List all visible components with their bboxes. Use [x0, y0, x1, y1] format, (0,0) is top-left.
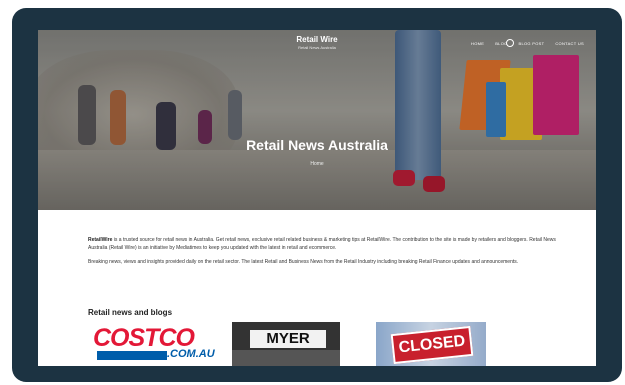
cursor-circle-icon [506, 39, 514, 47]
breadcrumb-home[interactable]: Home [38, 161, 596, 167]
closed-sign: CLOSED [390, 325, 474, 365]
nav-blog-post-link[interactable]: BLOG POST [519, 41, 545, 46]
costco-logo-domain: .COM.AU [167, 348, 215, 360]
breaking-news-paragraph: Breaking news, views and insights provid… [88, 259, 519, 265]
myer-sign: MYER [250, 330, 326, 348]
intro-text: is a trusted source for retail news in A… [88, 237, 556, 251]
top-navigation-bar: Retail Wire Retail News Australia HOME B… [38, 30, 596, 60]
main-nav: HOME BLOG BLOG POST CONTACT US [471, 41, 584, 46]
intro-brand: RetailWire [88, 237, 113, 243]
browser-viewport: Retail Wire Retail News Australia HOME B… [38, 30, 596, 366]
costco-logo-bar [97, 351, 167, 360]
intro-paragraph: RetailWire is a trusted source for retai… [88, 236, 558, 252]
nav-contact-link[interactable]: CONTACT US [555, 41, 584, 46]
myer-thumbnail[interactable]: MYER [232, 322, 340, 366]
closed-sign-thumbnail[interactable]: CLOSED [376, 322, 486, 366]
nav-home-link[interactable]: HOME [471, 41, 484, 46]
costco-thumbnail[interactable]: COSTCO .COM.AU [91, 322, 224, 366]
myer-storefront [232, 350, 340, 366]
hero-title: Retail News Australia [246, 137, 388, 153]
intro-content: RetailWire is a trusted source for retai… [88, 236, 558, 272]
hero-banner: Retail Wire Retail News Australia HOME B… [38, 30, 596, 210]
section-title: Retail news and blogs [88, 308, 173, 317]
